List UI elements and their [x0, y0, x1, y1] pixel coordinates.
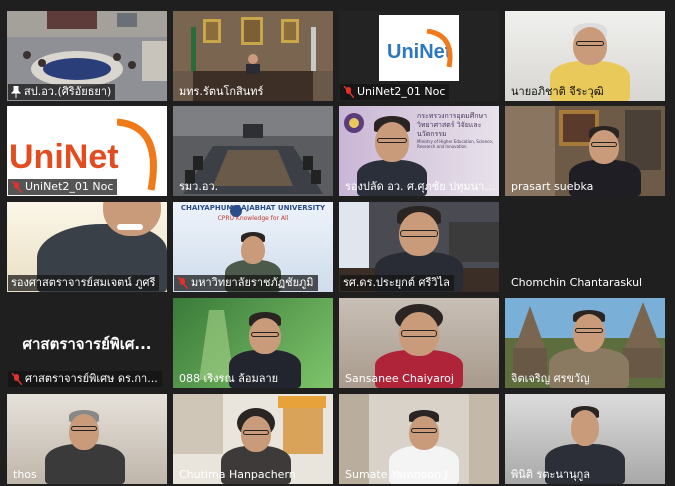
- participant-name: prasart suebka: [511, 180, 594, 193]
- university-seal-icon: [230, 205, 242, 217]
- participant-name: พินิติ รตะนานุกูล: [511, 468, 590, 481]
- participant-name-label: มหาวิทยาลัยราชภัฏชัยภูมิ: [174, 275, 318, 291]
- participant-name-label: รองปลัด อว. ศ.ศุภชัย ปทุมนา...: [342, 179, 499, 195]
- participant-name: Chomchin Chantaraskul: [511, 276, 643, 289]
- participant-name: จิตเจริญ ศรขวัญ: [511, 372, 590, 385]
- participant-name-label: Chutima Hanpachern: [176, 467, 300, 483]
- participant-name: รองศาสตราจารย์สมเจตน์ ภูศรี: [11, 276, 156, 289]
- university-banner-title: CHAIYAPHUM RAJABHAT UNIVERSITY: [180, 204, 326, 212]
- participant-name: Sansanee Chaiyaroj: [345, 372, 454, 385]
- participant-name: รองปลัด อว. ศ.ศุภชัย ปทุมนา...: [345, 180, 495, 193]
- participant-name: ศาสตราจารย์พิเศษ ดร.กา...: [25, 372, 158, 385]
- video-tile-6[interactable]: รมว.อว.: [173, 106, 333, 196]
- participant-name-label: รศ.ดร.ประยุกต์ ศรีวิไล: [340, 275, 454, 291]
- participant-name-label: Chomchin Chantaraskul: [508, 275, 646, 291]
- participant-name-label: สป.อว.(ศิริอัยธยา): [8, 84, 116, 100]
- video-tile-13[interactable]: ศาสตราจารย์พิเศ... ศาสตราจารย์พิเศษ ดร.ก…: [7, 298, 167, 388]
- participant-name-label: UniNet2_01 Noc: [8, 179, 118, 195]
- university-banner-subtitle: CPRU Knowledge for All: [217, 215, 289, 222]
- muted-mic-icon: [11, 373, 22, 385]
- participant-name-label: prasart suebka: [508, 179, 597, 195]
- participant-name: Chutima Hanpachern: [179, 468, 296, 481]
- participant-name: Sumate Yamnoon J: [345, 468, 448, 481]
- video-tile-2[interactable]: มทร.รัตนโกสินทร์: [173, 11, 333, 101]
- participant-name-label: thos: [10, 467, 41, 483]
- participant-name: มทร.รัตนโกสินทร์: [179, 85, 264, 98]
- participant-name: รศ.ดร.ประยุกต์ ศรีวิไล: [343, 276, 450, 289]
- pin-icon: [11, 86, 21, 98]
- uninet-swoosh-icon: [117, 118, 157, 191]
- participant-name: รมว.อว.: [179, 180, 219, 193]
- banner-line-3: Ministry of Higher Education, Science, R…: [417, 139, 494, 149]
- participant-name-label: 088 เริงรณ ล้อมลาย: [176, 371, 282, 387]
- uninet-logo-card: UniNet: [379, 15, 459, 81]
- participant-name-label: พินิติ รตะนานุกูล: [508, 467, 594, 483]
- video-tile-16[interactable]: จิตเจริญ ศรขวัญ: [505, 298, 665, 388]
- participant-name-label: UniNet2_01 Noc: [340, 84, 450, 100]
- video-tile-9[interactable]: รองศาสตราจารย์สมเจตน์ ภูศรี: [7, 202, 167, 292]
- participant-name: มหาวิทยาลัยราชภัฏชัยภูมิ: [191, 276, 314, 289]
- video-tile-18[interactable]: Chutima Hanpachern: [173, 394, 333, 484]
- participant-name: UniNet2_01 Noc: [357, 85, 446, 98]
- participant-name: thos: [13, 468, 37, 481]
- video-tile-10[interactable]: CHAIYAPHUM RAJABHAT UNIVERSITY CPRU Know…: [173, 202, 333, 292]
- participant-name-label: มทร.รัตนโกสินทร์: [176, 84, 267, 100]
- participant-video: [45, 408, 125, 484]
- video-tile-7[interactable]: กระทรวงการอุดมศึกษา วิทยาศาสตร์ วิจัยและ…: [339, 106, 499, 196]
- participant-name-label: Sansanee Chaiyaroj: [342, 371, 458, 387]
- video-tile-20[interactable]: พินิติ รตะนานุกูล: [505, 394, 665, 484]
- video-tile-4[interactable]: นายอภิชาติ จีระวุฒิ: [505, 11, 665, 101]
- participant-name-label: ศาสตราจารย์พิเศษ ดร.กา...: [8, 371, 162, 387]
- video-tile-5[interactable]: UniNet UniNet2_01 Noc: [7, 106, 167, 196]
- video-tile-14[interactable]: 088 เริงรณ ล้อมลาย: [173, 298, 333, 388]
- video-tile-17[interactable]: thos: [7, 394, 167, 484]
- ministry-banner: กระทรวงการอุดมศึกษา วิทยาศาสตร์ วิจัยและ…: [417, 112, 497, 149]
- participant-name: สป.อว.(ศิริอัยธยา): [24, 85, 112, 98]
- video-tile-11[interactable]: รศ.ดร.ประยุกต์ ศรีวิไล: [339, 202, 499, 292]
- participant-name-label: จิตเจริญ ศรขวัญ: [508, 371, 594, 387]
- video-tile-3[interactable]: UniNet UniNet2_01 Noc: [339, 11, 499, 101]
- video-tile-19[interactable]: Sumate Yamnoon J: [339, 394, 499, 484]
- participant-name-label: รองศาสตราจารย์สมเจตน์ ภูศรี: [8, 275, 160, 291]
- uninet-logo: UniNet: [9, 138, 119, 176]
- participant-name: 088 เริงรณ ล้อมลาย: [179, 372, 279, 385]
- participant-name: นายอภิชาติ จีระวุฒิ: [511, 85, 604, 98]
- video-tile-15[interactable]: Sansanee Chaiyaroj: [339, 298, 499, 388]
- video-tile-1[interactable]: สป.อว.(ศิริอัยธยา): [7, 11, 167, 101]
- participant-name-label: Sumate Yamnoon J: [342, 467, 452, 483]
- muted-mic-icon: [11, 181, 22, 193]
- banner-line-2: วิทยาศาสตร์ วิจัยและนวัตกรรม: [417, 121, 482, 138]
- muted-mic-icon: [177, 277, 188, 289]
- participant-name-label: นายอภิชาติ จีระวุฒิ: [508, 84, 608, 100]
- participant-name-label: รมว.อว.: [176, 179, 222, 195]
- uninet-swoosh-icon: [426, 29, 453, 68]
- muted-mic-icon: [343, 86, 354, 98]
- participant-name-display: ศาสตราจารย์พิเศ...: [22, 335, 152, 353]
- video-tile-12[interactable]: Chomchin Chantaraskul: [505, 202, 665, 292]
- banner-line-1: กระทรวงการอุดมศึกษา: [417, 112, 487, 120]
- participant-name: UniNet2_01 Noc: [25, 180, 114, 193]
- video-tile-8[interactable]: prasart suebka: [505, 106, 665, 196]
